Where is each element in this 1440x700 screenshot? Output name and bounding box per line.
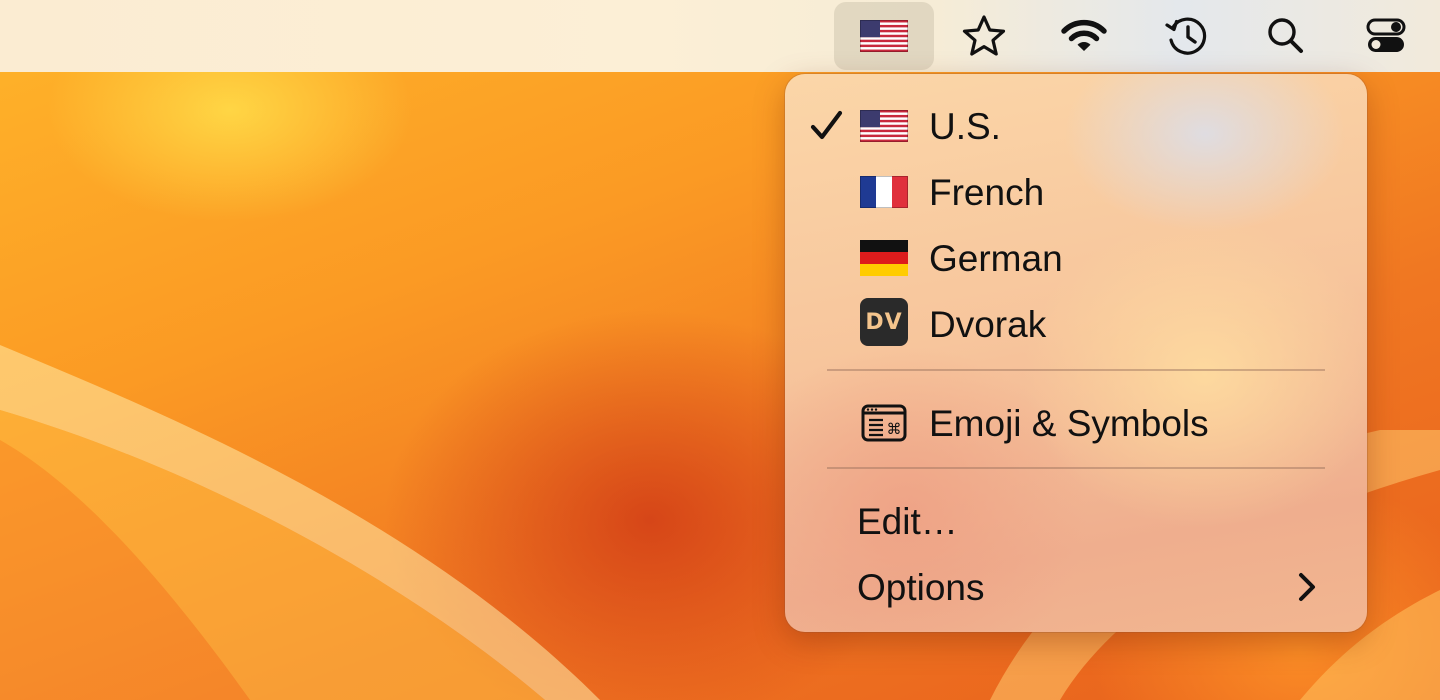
menu-item-label: German	[929, 238, 1063, 279]
menu-item-label: Emoji & Symbols	[929, 403, 1209, 444]
history-icon	[1165, 17, 1207, 55]
star-icon	[962, 15, 1006, 56]
search-icon	[1268, 18, 1303, 53]
menu-item-label: U.S.	[929, 106, 1001, 147]
germany-flag-icon	[859, 240, 909, 276]
menu-item-label: French	[929, 172, 1045, 213]
emoji-symbols-icon: ⌘	[859, 404, 909, 442]
us-flag-icon	[859, 108, 909, 144]
menu-separator	[827, 369, 1325, 371]
input-source-menu-button[interactable]	[834, 2, 934, 70]
menu-item-us[interactable]: U.S.	[785, 94, 1367, 156]
input-source-dropdown-menu: U.S. French German DV Dvorak ⌘ Emoji & S…	[785, 74, 1367, 632]
menu-item-emoji-symbols[interactable]: ⌘ Emoji & Symbols	[785, 391, 1367, 453]
wifi-icon	[1061, 19, 1107, 51]
menu-item-edit[interactable]: Edit…	[785, 489, 1367, 551]
menu-item-label: Dvorak	[929, 304, 1047, 345]
spotlight-menu-button[interactable]	[1236, 2, 1336, 70]
star-menu-button[interactable]	[934, 2, 1034, 70]
wifi-menu-button[interactable]	[1034, 2, 1134, 70]
dvorak-badge-icon: DV	[859, 298, 909, 346]
menu-item-german[interactable]: German	[785, 226, 1367, 288]
menu-item-label: Edit…	[857, 501, 958, 542]
menu-item-french[interactable]: French	[785, 160, 1367, 222]
time-machine-menu-button[interactable]	[1136, 2, 1236, 70]
france-flag-icon	[859, 174, 909, 210]
menu-bar	[0, 0, 1440, 72]
menu-item-options[interactable]: Options	[785, 555, 1367, 617]
svg-text:⌘: ⌘	[887, 420, 902, 438]
us-flag-icon	[860, 20, 908, 52]
checkmark-icon	[810, 110, 843, 140]
menu-item-dvorak[interactable]: DV Dvorak	[785, 292, 1367, 354]
menu-separator	[827, 467, 1325, 469]
chevron-right-icon	[1299, 573, 1315, 601]
control-center-menu-button[interactable]	[1336, 2, 1436, 70]
control-center-icon	[1366, 18, 1406, 52]
menu-item-label: Options	[857, 567, 985, 608]
